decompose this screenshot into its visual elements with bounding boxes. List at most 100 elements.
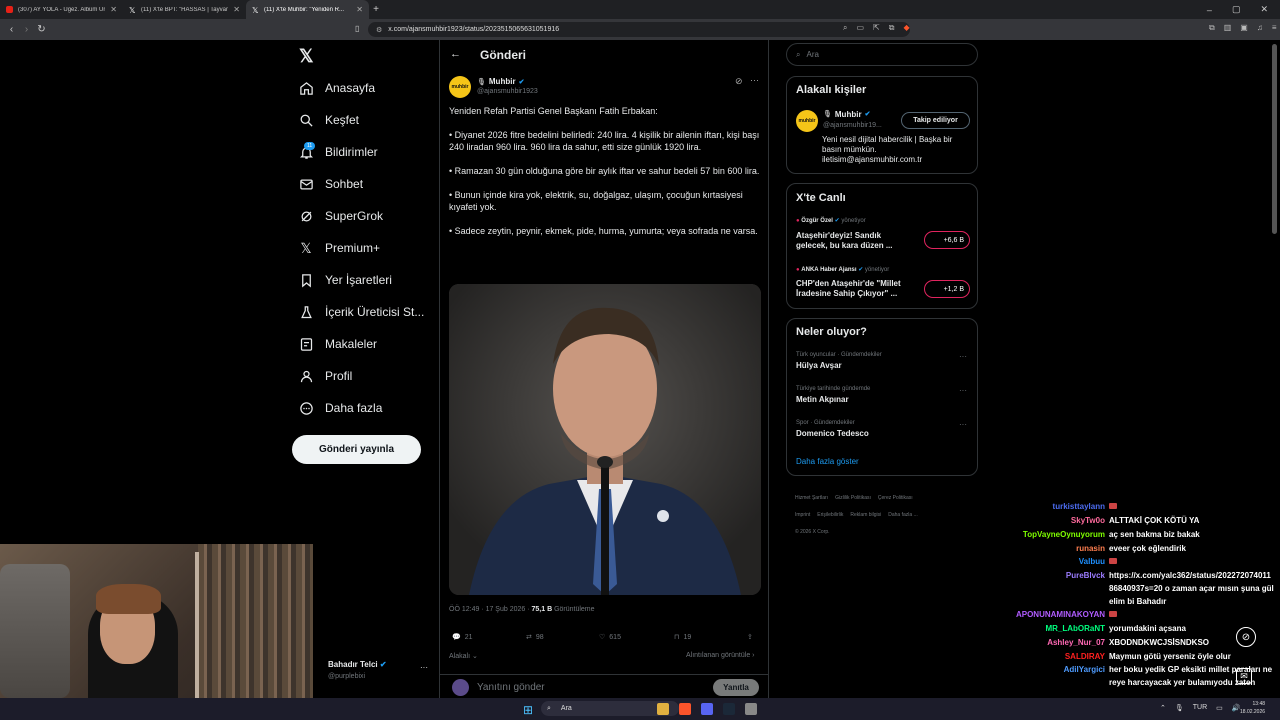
brave-icon[interactable] <box>679 703 691 715</box>
obs-icon[interactable] <box>745 703 757 715</box>
music-icon[interactable]: ♫ <box>1257 23 1263 33</box>
chat-username[interactable]: TopVayneOynuyorum <box>1000 528 1105 541</box>
more-icon[interactable]: ··· <box>959 386 967 395</box>
footer-link[interactable]: Daha fazla ... <box>888 512 917 518</box>
wallet-icon[interactable]: ▣ <box>1240 23 1248 33</box>
footer-link[interactable]: Imprint <box>795 512 810 518</box>
reply-button[interactable]: 💬 21 <box>452 633 473 642</box>
chat-username[interactable]: AdilYargici <box>1000 663 1105 676</box>
brave-shield-icon[interactable]: ◆ <box>903 23 909 33</box>
nav-item-premium[interactable]: 𝕏 Premium+ <box>298 240 380 256</box>
close-tab-icon[interactable]: ✕ <box>110 5 117 14</box>
tweet-photo[interactable] <box>449 284 761 595</box>
chat-username[interactable]: PureBlvck <box>1000 569 1105 582</box>
related-person-name[interactable]: 🎙 Muhbir ✔ <box>823 110 870 119</box>
clock[interactable]: 13:48 18.02.2026 <box>1240 700 1265 716</box>
chat-username[interactable]: runasin <box>1000 542 1105 555</box>
forward-icon[interactable]: › <box>19 24 34 35</box>
grok-icon[interactable]: ⊘ <box>1236 627 1256 647</box>
nav-item-more[interactable]: Daha fazla <box>298 400 382 416</box>
more-icon[interactable]: ··· <box>959 352 967 361</box>
live-host[interactable]: ● Özgür Özel ✔ yönetiyor <box>796 217 866 224</box>
close-tab-icon[interactable]: ✕ <box>233 5 240 14</box>
chevron-up-icon[interactable]: ⌃ <box>1160 704 1166 712</box>
nav-item-supergrok[interactable]: SuperGrok <box>298 208 383 224</box>
steam-icon[interactable] <box>723 703 735 715</box>
footer-link[interactable]: Erişilebilirlik <box>817 512 843 518</box>
show-more-link[interactable]: Daha fazla göster <box>796 457 859 466</box>
repost-button[interactable]: ⇄ 98 <box>526 633 544 642</box>
browser-tab-active[interactable]: 𝕏 (11) X'te Muhbir: "Yeniden R... ✕ <box>246 0 369 19</box>
chat-username[interactable]: MR_LAbORaNT <box>1000 622 1105 635</box>
live-listeners-badge[interactable]: +6,6 B <box>924 231 970 249</box>
chat-username[interactable]: Valbuu <box>1000 555 1105 568</box>
chat-username[interactable]: SALDIRAY <box>1000 650 1105 663</box>
live-listeners-badge[interactable]: +1,2 B <box>924 280 970 298</box>
avatar[interactable]: muhbir <box>449 76 471 98</box>
share-icon[interactable]: ⇱ <box>873 23 880 33</box>
copy-icon[interactable]: ⧉ <box>889 23 895 33</box>
chat-username[interactable]: APONUNAMINAKOYAN <box>1000 608 1105 621</box>
minimize-icon[interactable]: – <box>1207 5 1212 15</box>
x-logo-icon[interactable]: 𝕏 <box>299 46 314 67</box>
maximize-icon[interactable]: ▢ <box>1232 4 1241 15</box>
reply-input[interactable]: Yanıtını gönder <box>477 682 545 693</box>
search-input[interactable]: ⌕ Ara <box>786 43 978 66</box>
following-button[interactable]: Takip ediliyor <box>901 112 970 129</box>
sidebar-icon[interactable]: ▥ <box>1224 23 1232 33</box>
chat-username[interactable]: SkyTw0o <box>1000 514 1105 527</box>
site-info-icon[interactable]: ⚙ <box>376 26 382 34</box>
discord-icon[interactable] <box>701 703 713 715</box>
windows-start-icon[interactable]: ⊞ <box>523 703 533 717</box>
author-name[interactable]: 🎙 Muhbir ✔ <box>477 77 524 86</box>
mic-icon[interactable]: 🎙 <box>1175 704 1184 712</box>
more-icon[interactable]: ··· <box>420 663 428 672</box>
footer-link[interactable]: Reklam bilgisi <box>850 512 881 518</box>
footer-link[interactable]: Çerez Politikası <box>878 495 913 501</box>
zoom-icon[interactable]: ⌕ <box>843 23 847 33</box>
trend-item[interactable]: Türk oyuncular · Gündemdekiler Hülya Avşa… <box>796 352 882 370</box>
nav-item-bookmarks[interactable]: Yer İşaretleri <box>298 272 392 288</box>
new-tab-button[interactable]: + <box>369 4 383 15</box>
bookmark-page-icon[interactable]: ▯ <box>355 24 359 33</box>
live-title[interactable]: CHP'den Ataşehir'de "Millet İradesine Sa… <box>796 279 916 299</box>
more-icon[interactable]: ··· <box>959 420 967 429</box>
chat-username[interactable]: turkisttaylann <box>1000 500 1105 513</box>
share-button[interactable]: ⇪ <box>747 633 753 641</box>
grok-icon[interactable]: ⊘ <box>735 76 743 87</box>
footer-link[interactable]: Hizmet Şartları <box>795 495 828 501</box>
view-quotes-link[interactable]: Alıntılanan görüntüle › <box>686 652 755 659</box>
chat-username[interactable]: Ashley_Nur_07 <box>1000 636 1105 649</box>
messages-icon[interactable]: ✉ <box>1236 668 1252 684</box>
live-title[interactable]: Ataşehir'deyiz! Sandık gelecek, bu kara … <box>796 231 908 251</box>
nav-item-profile[interactable]: Profil <box>298 368 352 384</box>
menu-icon[interactable]: ≡ <box>1272 23 1277 33</box>
nav-item-articles[interactable]: Makaleler <box>298 336 377 352</box>
close-window-icon[interactable]: ✕ <box>1260 4 1268 15</box>
reload-icon[interactable]: ↻ <box>34 24 49 35</box>
like-button[interactable]: ♡ 615 <box>599 633 621 642</box>
nav-item-explore[interactable]: Keşfet <box>298 112 359 128</box>
avatar[interactable]: muhbir <box>796 110 818 132</box>
trend-item[interactable]: Türkiye tarihinde gündemde Metin Akpınar <box>796 386 870 404</box>
live-host[interactable]: ● ANKA Haber Ajansı ✔ yönetiyor <box>796 266 889 273</box>
close-tab-icon[interactable]: ✕ <box>356 5 363 14</box>
related-dropdown[interactable]: Alakalı ⌄ <box>449 652 478 660</box>
browser-tab[interactable]: (307) AY YOLA - Ugez. Albüm Ural B...✕ <box>0 0 123 19</box>
browser-tab[interactable]: 𝕏(11) X'te BPT: "HASSAS | Tayvan'da o...… <box>123 0 246 19</box>
footer-link[interactable]: Gizlilik Politikası <box>835 495 871 501</box>
nav-item-creator-studio[interactable]: İçerik Üreticisi St... <box>298 304 424 320</box>
account-switcher[interactable]: Bahadır Telci ✔ @purplebixi ··· <box>314 658 440 686</box>
extensions-icon[interactable]: ⧉ <box>1209 23 1215 33</box>
post-button[interactable]: Gönderi yayınla <box>292 435 421 464</box>
back-arrow-icon[interactable]: ← <box>450 48 461 60</box>
nav-item-chat[interactable]: Sohbet <box>298 176 363 192</box>
cast-icon[interactable]: ▭ <box>856 23 864 33</box>
network-icon[interactable]: ▭ <box>1216 704 1223 712</box>
file-explorer-icon[interactable] <box>657 703 669 715</box>
scrollbar[interactable] <box>1272 44 1277 234</box>
author-handle[interactable]: @ajansmuhbir1923 <box>477 88 538 95</box>
url-field[interactable]: ⚙ x.com/ajansmuhbir1923/status/202351506… <box>368 22 910 37</box>
nav-item-home[interactable]: Anasayfa <box>298 80 375 96</box>
more-icon[interactable]: ··· <box>750 75 759 85</box>
